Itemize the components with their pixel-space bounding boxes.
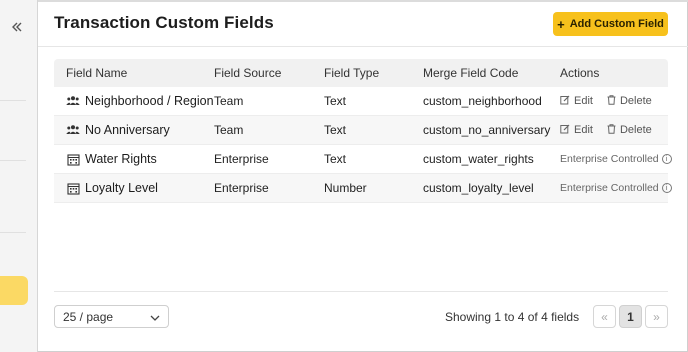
column-header-field-source: Field Source — [214, 66, 282, 80]
delete-label: Delete — [619, 95, 652, 107]
page-size-select[interactable]: 25 / page — [54, 305, 169, 328]
pagination-summary: Showing 1 to 4 of 4 fields — [445, 310, 580, 324]
field-name: Water Rights — [85, 152, 157, 166]
field-type: Text — [324, 94, 347, 108]
double-chevron-left-icon[interactable] — [6, 16, 28, 38]
field-type: Text — [324, 123, 347, 137]
custom-fields-table: Field Name Field Source Field Type Merge… — [54, 59, 672, 203]
page-title: Transaction Custom Fields — [54, 13, 274, 32]
column-header-field-type: Field Type — [324, 66, 380, 80]
page-number-button[interactable]: 1 — [619, 305, 642, 328]
merge-field-code: custom_no_anniversary — [423, 123, 551, 137]
sidebar-divider — [0, 100, 26, 101]
field-name-cell: Loyalty Level — [66, 174, 158, 202]
info-icon[interactable]: i — [661, 154, 672, 164]
row-actions: Edit Delete — [560, 87, 652, 115]
sidebar-divider — [0, 232, 26, 233]
field-name: No Anniversary — [85, 123, 170, 137]
team-icon — [66, 94, 80, 108]
double-chevron-right-icon: » — [653, 309, 660, 324]
add-custom-field-label: Add Custom Field — [569, 18, 664, 30]
field-source: Enterprise — [214, 152, 269, 166]
enterprise-controlled-badge: Enterprise Controlled i — [560, 153, 672, 165]
merge-field-code: custom_water_rights — [423, 152, 534, 166]
enterprise-controlled-label: Enterprise Controlled — [560, 153, 659, 165]
edit-icon — [560, 124, 570, 137]
field-name-cell: No Anniversary — [66, 116, 170, 144]
page-size-value: 25 / page — [63, 309, 114, 324]
enterprise-controlled-label: Enterprise Controlled — [560, 182, 659, 194]
trash-icon — [607, 94, 616, 108]
top-border — [38, 0, 688, 2]
row-actions: Enterprise Controlled i — [560, 145, 672, 173]
table-row: Neighborhood / Region Team Text custom_n… — [54, 87, 668, 116]
field-name-cell: Water Rights — [66, 145, 157, 173]
column-header-field-name: Field Name — [66, 66, 128, 80]
field-name-cell: Neighborhood / Region — [66, 87, 214, 115]
trash-icon — [607, 123, 616, 137]
table-header: Field Name Field Source Field Type Merge… — [54, 59, 668, 87]
field-source: Team — [214, 94, 244, 108]
field-source: Enterprise — [214, 181, 269, 195]
merge-field-code: custom_loyalty_level — [423, 181, 534, 195]
enterprise-controlled-badge: Enterprise Controlled i — [560, 182, 672, 194]
field-name: Loyalty Level — [85, 181, 158, 195]
custom-fields-panel: Transaction Custom Fields + Add Custom F… — [38, 0, 688, 352]
table-row: Water Rights Enterprise Text custom_wate… — [54, 145, 672, 174]
add-custom-field-button[interactable]: + Add Custom Field — [553, 12, 668, 36]
row-actions: Edit Delete — [560, 116, 652, 144]
next-page-button[interactable]: » — [645, 305, 668, 328]
header-divider — [38, 46, 688, 47]
column-header-merge-field-code: Merge Field Code — [423, 66, 519, 80]
edit-label: Edit — [574, 124, 593, 136]
delete-button[interactable]: Delete — [607, 94, 652, 108]
delete-label: Delete — [619, 124, 652, 136]
field-type: Text — [324, 152, 347, 166]
sidebar — [0, 0, 38, 352]
plus-icon: + — [557, 16, 565, 32]
field-type: Number — [324, 181, 367, 195]
delete-button[interactable]: Delete — [607, 123, 652, 137]
building-icon — [66, 181, 80, 195]
team-icon — [66, 123, 80, 137]
footer-divider — [54, 291, 668, 292]
field-source: Team — [214, 123, 244, 137]
merge-field-code: custom_neighborhood — [423, 94, 542, 108]
edit-button[interactable]: Edit — [560, 124, 593, 137]
double-chevron-left-icon: « — [601, 309, 608, 324]
sidebar-divider — [0, 160, 26, 161]
table-row: No Anniversary Team Text custom_no_anniv… — [54, 116, 668, 145]
edit-label: Edit — [574, 95, 593, 107]
info-icon[interactable]: i — [661, 183, 672, 193]
chevron-down-icon — [150, 310, 160, 324]
edit-icon — [560, 95, 570, 108]
prev-page-button[interactable]: « — [593, 305, 616, 328]
column-header-actions: Actions — [560, 66, 600, 80]
building-icon — [66, 152, 80, 166]
table-row: Loyalty Level Enterprise Number custom_l… — [54, 174, 672, 203]
row-actions: Enterprise Controlled i — [560, 174, 672, 202]
sidebar-item-active[interactable] — [0, 276, 28, 305]
edit-button[interactable]: Edit — [560, 95, 593, 108]
field-name: Neighborhood / Region — [85, 94, 214, 108]
